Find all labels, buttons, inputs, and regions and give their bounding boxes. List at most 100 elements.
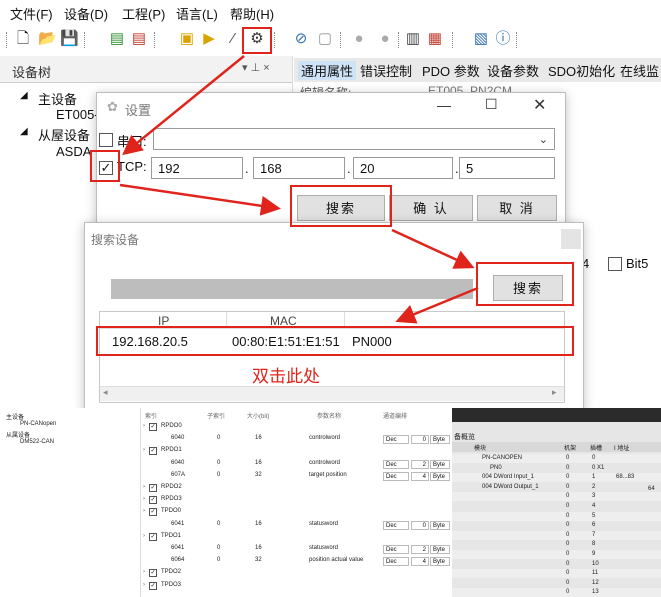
pdo-row[interactable]: 6040 0 16 controlword Dec 0 Byte (141, 434, 452, 445)
overview-row[interactable]: 09 (452, 550, 661, 559)
pdo-checkbox[interactable]: ✓ (149, 508, 157, 517)
overview-row[interactable]: 05 (452, 511, 661, 521)
pdo-row[interactable]: 6040 0 16 controlword Dec 2 Byte (141, 459, 452, 470)
pdo-checkbox[interactable]: ✓ (149, 484, 157, 492)
overview-rack: 0 (566, 541, 570, 548)
pdo-param: statusword (309, 520, 339, 527)
overview-slot: 0 X1 (592, 464, 605, 471)
overview-row[interactable]: PN0 0 0 X1 (452, 464, 661, 473)
overview-module: 004 DWord Input_1 (482, 474, 534, 481)
pdo-format-select[interactable]: Dec (383, 545, 409, 554)
pdo-row[interactable]: 6064 0 32 position actual value Dec 4 Byte (141, 556, 452, 567)
overview-row[interactable]: 04 (452, 502, 661, 511)
overview-slot: 2 (592, 483, 596, 490)
overview-rack: 0 (566, 531, 570, 538)
pdo-checkbox[interactable]: ✓ (149, 496, 157, 505)
overview-row[interactable]: 0 10 (452, 560, 661, 569)
expand-icon[interactable]: › (143, 484, 145, 490)
pdo-subindex: 0 (217, 557, 221, 564)
mini-tree-master[interactable]: 主设备 (6, 412, 24, 421)
expand-icon[interactable]: › (143, 496, 145, 502)
overview-rack: 0 (566, 579, 570, 586)
pdo-value-field[interactable]: 2 (411, 545, 429, 554)
pdo-row[interactable]: 6041 0 16 statusword Dec 0 Byte (141, 520, 452, 531)
overview-slot: 5 (592, 512, 596, 519)
pdo-format-select[interactable]: Dec (383, 557, 409, 567)
expand-icon[interactable]: › (143, 508, 145, 514)
pdo-checkbox[interactable]: ✓ (149, 532, 157, 541)
mini-tree-master-child[interactable]: PN-CANopen (20, 421, 56, 427)
arrow-to-settings-search (119, 183, 281, 216)
mini-tree-slave-child[interactable]: DM522-CAN (20, 439, 54, 445)
pdo-row[interactable]: › ✓ RPDO1 (141, 446, 452, 457)
pdo-table: 索引 子索引 大小(bit) 参数名称 通道编排 › ✓ RPDO0 6040 0 16 c… (141, 408, 452, 597)
overview-extra-value: 64 (648, 486, 655, 492)
pdo-value-field[interactable]: 0 (411, 520, 429, 530)
overview-header: 模块 机架 插槽 I 地址 (452, 442, 661, 452)
pdo-size: 16 (255, 459, 262, 466)
overview-row[interactable]: 004 DWord Output_1 0 2 (452, 483, 661, 492)
pdo-format-select[interactable]: Dec (383, 459, 409, 469)
pdo-row[interactable]: › ✓ TPDO2 (141, 568, 452, 579)
overview-rack: 0 (566, 483, 570, 490)
overview-row[interactable]: 06 (452, 521, 661, 530)
overview-row[interactable]: 004 DWord Input_1 0 1 68...83 (452, 473, 661, 483)
overview-rack: 0 (566, 464, 570, 471)
overview-slot: 3 (592, 493, 596, 500)
pdo-format-select[interactable]: Dec (383, 520, 409, 530)
pdo-value-field[interactable]: 4 (411, 471, 429, 481)
overview-row[interactable]: 0 13 (452, 588, 661, 597)
overview-row[interactable]: 07 (452, 530, 661, 540)
overview-col-iaddr: I 地址 (614, 446, 630, 452)
arrow-to-device-row (395, 286, 479, 324)
pdo-value-field[interactable]: 4 (411, 557, 429, 567)
pdo-unit: Byte (430, 471, 450, 481)
overview-rack: 0 (566, 455, 570, 461)
pdo-row[interactable]: › ✓ TPDO1 (141, 532, 452, 543)
pdo-row[interactable]: › ✓ RPDO3 (141, 495, 452, 506)
overview-rack: 0 (566, 551, 570, 557)
pdo-index: 607A (171, 471, 186, 478)
expand-icon[interactable]: › (143, 423, 145, 429)
pdo-size: 32 (255, 557, 262, 564)
pdo-value-field[interactable]: 0 (411, 435, 429, 445)
pdo-name: RPDO2 (161, 484, 182, 490)
expand-icon[interactable]: › (143, 582, 145, 588)
pdo-format-select[interactable]: Dec (383, 435, 409, 445)
overview-rack: 0 (566, 589, 570, 596)
pdo-checkbox[interactable]: ✓ (149, 423, 157, 431)
overview-title: 备概览 (454, 434, 475, 441)
pdo-name: TPDO2 (161, 569, 182, 576)
pdo-unit: Byte (430, 545, 450, 554)
pdo-checkbox[interactable]: ✓ (149, 569, 157, 578)
pdo-size: 32 (255, 471, 262, 478)
pdo-row[interactable]: › ✓ RPDO2 (141, 483, 452, 494)
pdo-checkbox[interactable]: ✓ (149, 581, 157, 590)
pdo-value-field[interactable]: 2 (411, 459, 429, 469)
overview-module: PN-CANOPEN (482, 455, 523, 461)
pdo-format-select[interactable]: Dec (383, 471, 409, 481)
pdo-row[interactable]: › ✓ TPDO0 (141, 507, 452, 518)
overview-row[interactable]: 0 11 (452, 569, 661, 579)
overview-row[interactable]: 0 12 (452, 579, 661, 588)
overview-row[interactable]: PN-CANOPEN 0 0 (452, 454, 661, 463)
overview-row[interactable]: 03 (452, 492, 661, 502)
arrow-to-tcp (122, 55, 245, 156)
pdo-name: RPDO3 (161, 496, 182, 503)
overview-rack: 0 (566, 570, 570, 577)
overview-row[interactable]: 08 (452, 540, 661, 549)
expand-icon[interactable]: › (143, 533, 145, 539)
pdo-row[interactable]: 6041 0 16 statusword Dec 2 Byte (141, 544, 452, 555)
pdo-row[interactable]: 607A 0 32 target position Dec 4 Byte (141, 471, 452, 482)
expand-icon[interactable]: › (143, 569, 145, 575)
pdo-row[interactable]: › ✓ TPDO3 (141, 581, 452, 592)
pdo-checkbox[interactable]: ✓ (149, 447, 157, 456)
mini-tree-slave[interactable]: 从属设备 (6, 430, 30, 439)
overview-rack: 0 (566, 522, 570, 529)
pdo-subindex: 0 (217, 435, 221, 442)
pdo-row[interactable]: › ✓ RPDO0 (141, 422, 452, 433)
overview-module: PN0 (490, 464, 502, 471)
expand-icon[interactable]: › (143, 447, 145, 453)
overview-rack: 0 (566, 512, 570, 519)
pdo-param: controlword (309, 459, 341, 466)
